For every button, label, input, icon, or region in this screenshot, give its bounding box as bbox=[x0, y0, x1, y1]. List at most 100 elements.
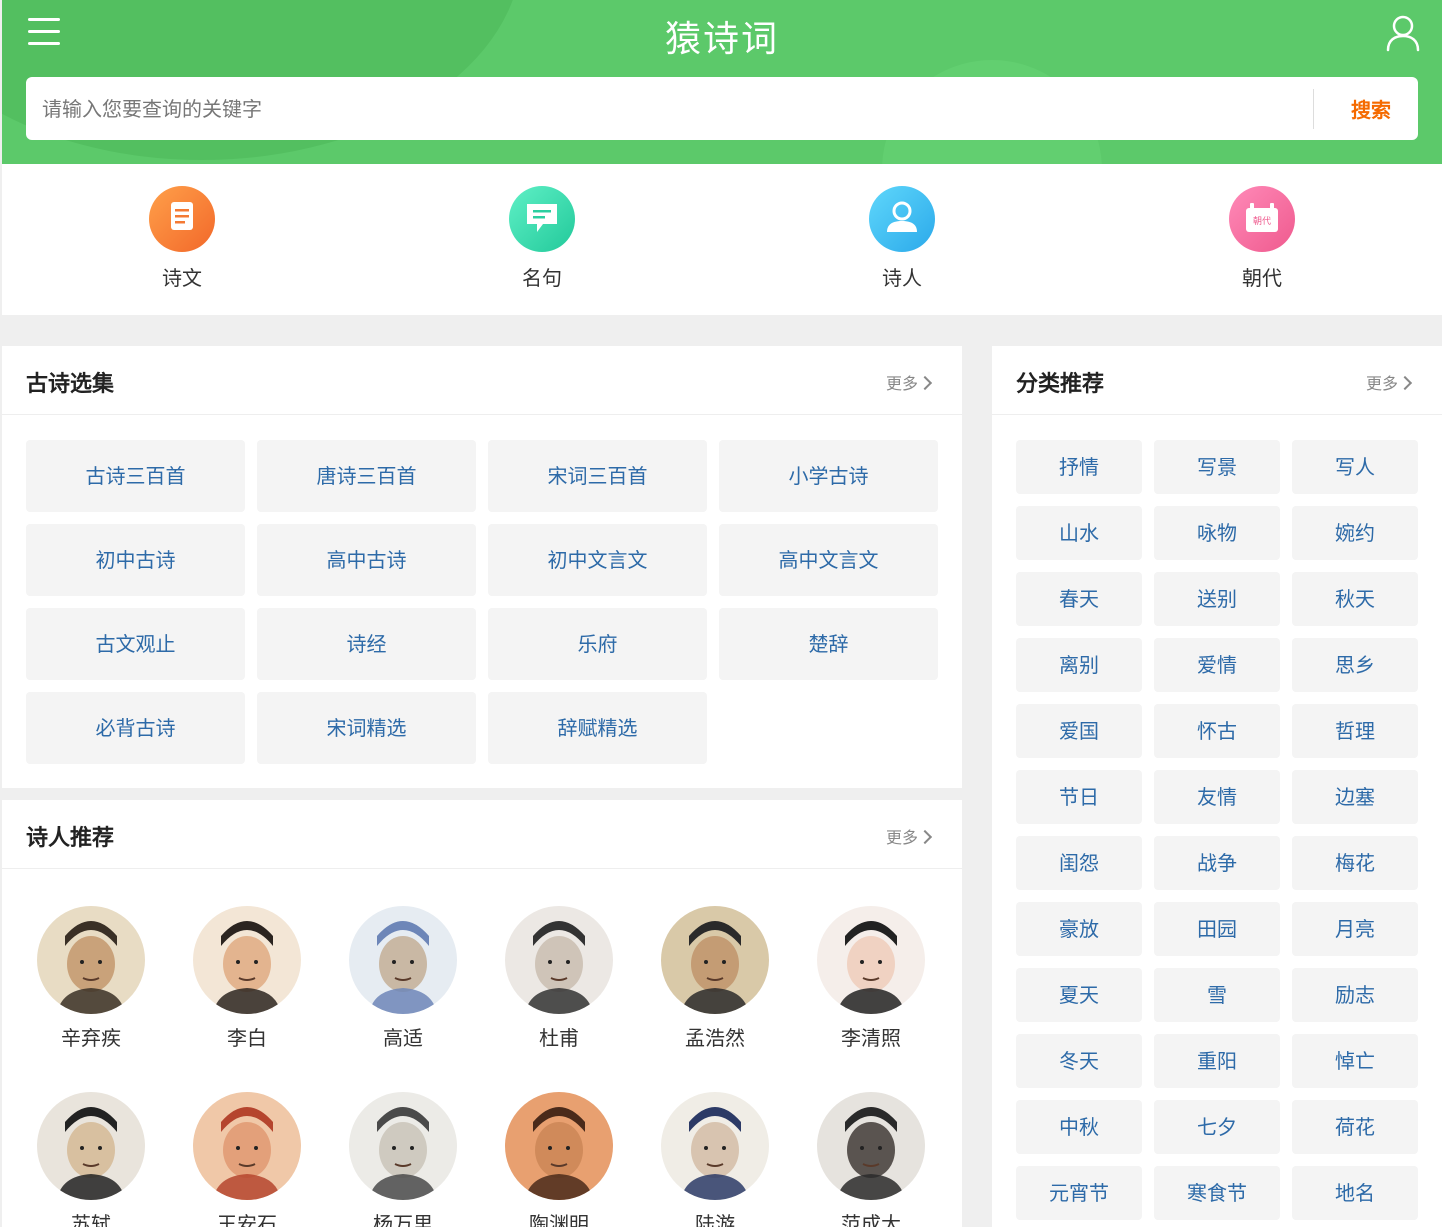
categories-title: 分类推荐 bbox=[1016, 372, 1105, 397]
category-tag[interactable]: 地名 bbox=[1292, 1166, 1418, 1220]
category-tag[interactable]: 中秋 bbox=[1016, 1100, 1142, 1154]
chevron-right-icon bbox=[917, 375, 933, 391]
quick-nav-label: 诗文 bbox=[162, 266, 202, 290]
quick-nav-poems[interactable]: 诗文 bbox=[122, 186, 242, 291]
poet-person-icon bbox=[869, 186, 935, 252]
collection-tag[interactable]: 高中古诗 bbox=[257, 524, 476, 596]
collection-tag[interactable]: 高中文言文 bbox=[719, 524, 938, 596]
collection-tag[interactable]: 初中文言文 bbox=[488, 524, 707, 596]
collection-tag[interactable]: 古诗三百首 bbox=[26, 440, 245, 512]
category-tag[interactable]: 思乡 bbox=[1292, 638, 1418, 692]
category-tag[interactable]: 写景 bbox=[1154, 440, 1280, 494]
quick-nav-poets[interactable]: 诗人 bbox=[842, 186, 962, 291]
category-tag[interactable]: 婉约 bbox=[1292, 506, 1418, 560]
collection-tag[interactable]: 宋词精选 bbox=[257, 692, 476, 764]
poet-avatar bbox=[193, 906, 301, 1014]
poet-card[interactable]: 王安石 bbox=[182, 1092, 312, 1227]
poet-name: 孟浩然 bbox=[685, 1026, 745, 1050]
category-tag[interactable]: 山水 bbox=[1016, 506, 1142, 560]
collection-tag[interactable]: 辞赋精选 bbox=[488, 692, 707, 764]
category-tag[interactable]: 冬天 bbox=[1016, 1034, 1142, 1088]
panel-divider bbox=[992, 414, 1442, 415]
category-tag[interactable]: 夏天 bbox=[1016, 968, 1142, 1022]
poet-card[interactable]: 范成大 bbox=[806, 1092, 936, 1227]
collection-tag[interactable]: 唐诗三百首 bbox=[257, 440, 476, 512]
category-tag[interactable]: 秋天 bbox=[1292, 572, 1418, 626]
category-tag[interactable]: 爱情 bbox=[1154, 638, 1280, 692]
category-tag[interactable]: 哲理 bbox=[1292, 704, 1418, 758]
category-tag[interactable]: 荷花 bbox=[1292, 1100, 1418, 1154]
poet-name: 李清照 bbox=[841, 1026, 901, 1050]
poet-avatar bbox=[505, 1092, 613, 1200]
poet-card[interactable]: 孟浩然 bbox=[650, 906, 780, 1051]
category-tag[interactable]: 离别 bbox=[1016, 638, 1142, 692]
poet-card[interactable]: 杨万里 bbox=[338, 1092, 468, 1227]
more-label: 更多 bbox=[886, 374, 919, 393]
categories-more-link[interactable]: 更多 bbox=[1366, 370, 1413, 394]
poet-card[interactable]: 苏轼 bbox=[26, 1092, 156, 1227]
poets-more-link[interactable]: 更多 bbox=[886, 824, 933, 848]
category-tag[interactable]: 咏物 bbox=[1154, 506, 1280, 560]
category-tag[interactable]: 写人 bbox=[1292, 440, 1418, 494]
category-tag[interactable]: 月亮 bbox=[1292, 902, 1418, 956]
category-tag[interactable]: 送别 bbox=[1154, 572, 1280, 626]
category-tag[interactable]: 梅花 bbox=[1292, 836, 1418, 890]
category-tag[interactable]: 怀古 bbox=[1154, 704, 1280, 758]
category-tag[interactable]: 战争 bbox=[1154, 836, 1280, 890]
user-icon[interactable] bbox=[1386, 14, 1420, 52]
collections-panel: 古诗选集 更多 古诗三百首 唐诗三百首 宋词三百首 小学古诗 初中古诗 高中古诗 初中文言文… bbox=[2, 346, 962, 788]
poet-name: 王安石 bbox=[217, 1212, 277, 1227]
quick-nav-quotes[interactable]: 名句 bbox=[482, 186, 602, 291]
poet-avatar bbox=[817, 1092, 925, 1200]
category-tag[interactable]: 元宵节 bbox=[1016, 1166, 1142, 1220]
collection-tag[interactable]: 小学古诗 bbox=[719, 440, 938, 512]
poet-name: 杨万里 bbox=[373, 1212, 433, 1227]
category-tag[interactable]: 励志 bbox=[1292, 968, 1418, 1022]
poet-name: 陶渊明 bbox=[529, 1212, 589, 1227]
poet-avatar bbox=[817, 906, 925, 1014]
quick-nav-label: 诗人 bbox=[882, 266, 922, 290]
dynasty-calendar-icon: 朝代 bbox=[1229, 186, 1295, 252]
quick-nav-label: 名句 bbox=[522, 266, 562, 290]
poet-card[interactable]: 陆游 bbox=[650, 1092, 780, 1227]
category-tag[interactable]: 雪 bbox=[1154, 968, 1280, 1022]
poet-card[interactable]: 李白 bbox=[182, 906, 312, 1051]
poet-card[interactable]: 杜甫 bbox=[494, 906, 624, 1051]
more-label: 更多 bbox=[1366, 374, 1399, 393]
search-button[interactable]: 搜索 bbox=[1324, 77, 1418, 140]
category-tag[interactable]: 边塞 bbox=[1292, 770, 1418, 824]
quick-nav-dynasties[interactable]: 朝代 朝代 bbox=[1202, 186, 1322, 291]
collection-tag[interactable]: 楚辞 bbox=[719, 608, 938, 680]
category-tag[interactable]: 春天 bbox=[1016, 572, 1142, 626]
panel-divider bbox=[2, 868, 962, 869]
collection-tag[interactable]: 必背古诗 bbox=[26, 692, 245, 764]
category-tag[interactable]: 悼亡 bbox=[1292, 1034, 1418, 1088]
category-tag[interactable]: 爱国 bbox=[1016, 704, 1142, 758]
collections-more-link[interactable]: 更多 bbox=[886, 370, 933, 394]
poet-card[interactable]: 高适 bbox=[338, 906, 468, 1051]
category-tag[interactable]: 七夕 bbox=[1154, 1100, 1280, 1154]
category-tag[interactable]: 抒情 bbox=[1016, 440, 1142, 494]
more-label: 更多 bbox=[886, 828, 919, 847]
chevron-right-icon bbox=[1397, 375, 1413, 391]
category-tag[interactable]: 节日 bbox=[1016, 770, 1142, 824]
category-tag[interactable]: 闺怨 bbox=[1016, 836, 1142, 890]
collection-tag[interactable]: 宋词三百首 bbox=[488, 440, 707, 512]
category-tag[interactable]: 豪放 bbox=[1016, 902, 1142, 956]
poet-card[interactable]: 陶渊明 bbox=[494, 1092, 624, 1227]
poet-card[interactable]: 李清照 bbox=[806, 906, 936, 1051]
search-input[interactable] bbox=[42, 77, 1302, 140]
categories-panel: 分类推荐 更多 抒情 写景 写人山水 咏物 婉约春天 送别 秋天离别 爱情 思乡爱国 怀古 哲理节日… bbox=[992, 346, 1442, 1227]
category-tag[interactable]: 友情 bbox=[1154, 770, 1280, 824]
app-logo: 猿诗词 bbox=[664, 19, 779, 60]
category-tag[interactable]: 寒食节 bbox=[1154, 1166, 1280, 1220]
category-tag[interactable]: 重阳 bbox=[1154, 1034, 1280, 1088]
collection-tag[interactable]: 乐府 bbox=[488, 608, 707, 680]
poet-name: 杜甫 bbox=[539, 1026, 579, 1050]
poet-card[interactable]: 辛弃疾 bbox=[26, 906, 156, 1051]
collection-tag[interactable]: 初中古诗 bbox=[26, 524, 245, 596]
poet-name: 苏轼 bbox=[71, 1212, 111, 1227]
collection-tag[interactable]: 古文观止 bbox=[26, 608, 245, 680]
collection-tag[interactable]: 诗经 bbox=[257, 608, 476, 680]
category-tag[interactable]: 田园 bbox=[1154, 902, 1280, 956]
